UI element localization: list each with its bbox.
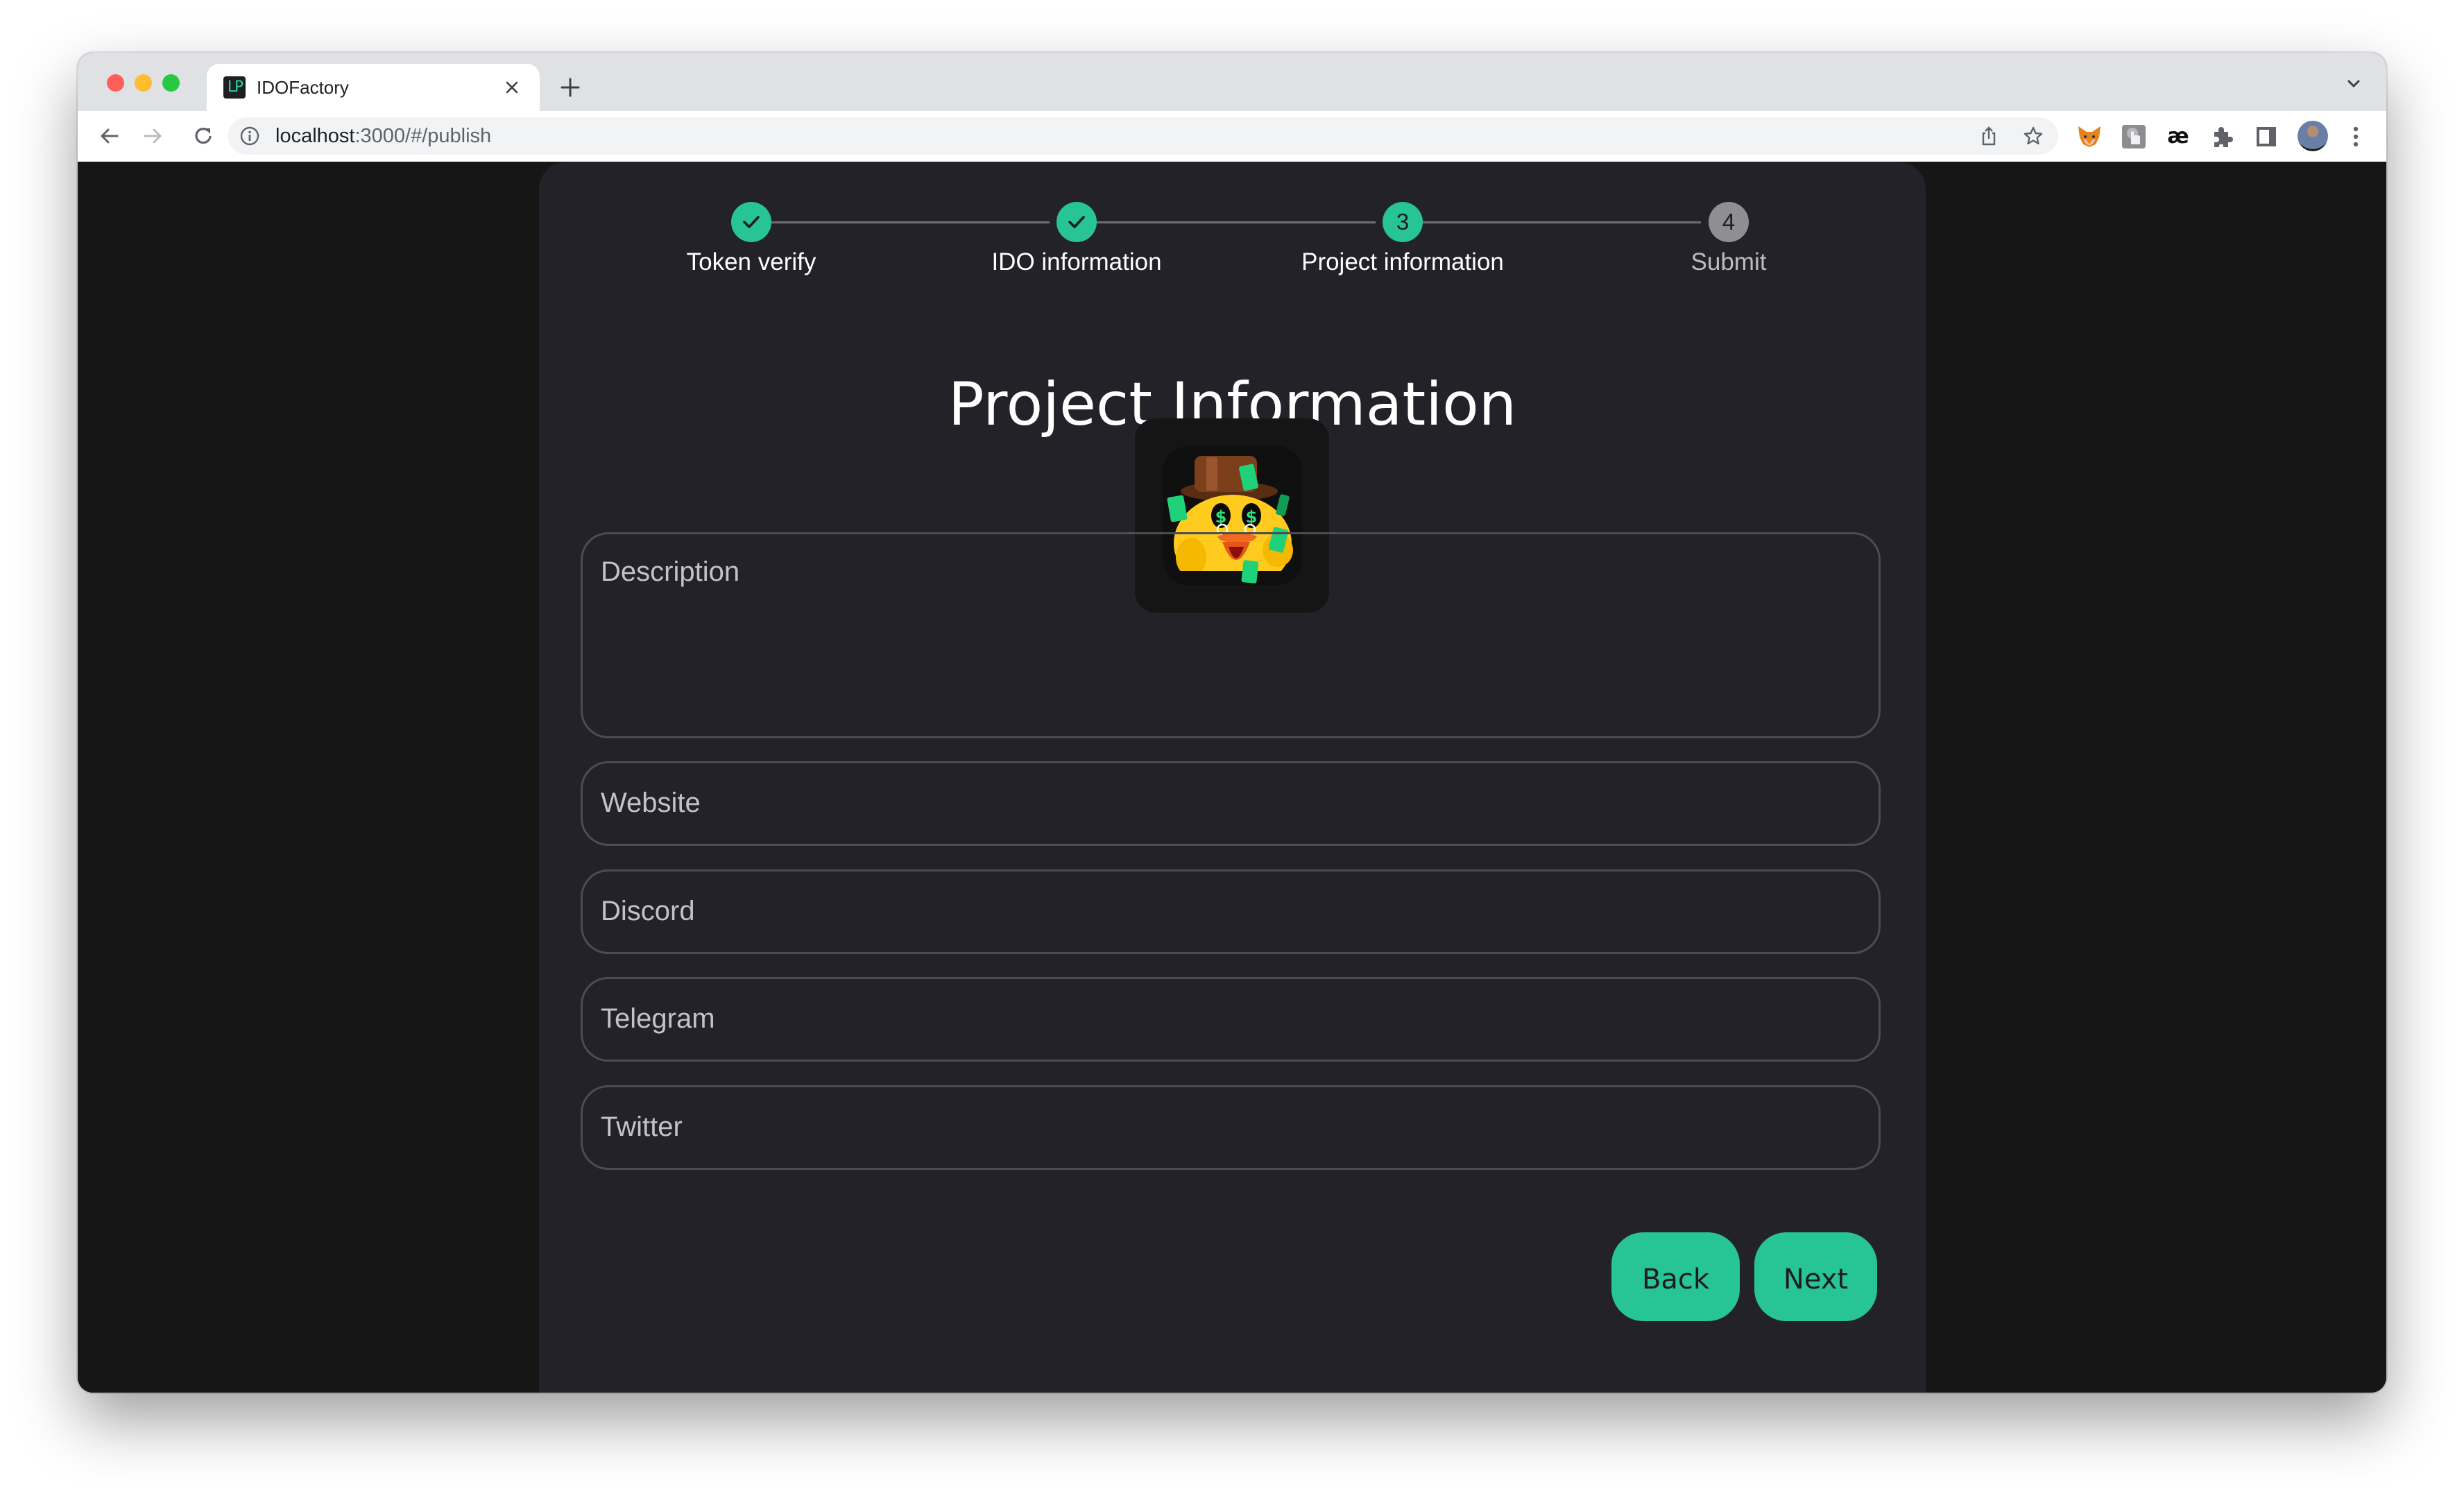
browser-tab[interactable]: LP IDOFactory <box>207 64 540 111</box>
step-1-circle <box>731 202 771 242</box>
chevron-down-icon[interactable] <box>2343 74 2364 94</box>
svg-text:$: $ <box>1246 507 1258 527</box>
puzzle-extensions-icon[interactable] <box>2209 124 2235 150</box>
tab-title: IDOFactory <box>257 77 349 98</box>
close-window-button[interactable] <box>107 74 124 92</box>
check-icon <box>1068 216 1085 228</box>
browser-window: LP IDOFactory localhost:3000/#/publish æ… <box>78 53 2386 1393</box>
svg-text:$: $ <box>1215 507 1227 527</box>
profile-avatar[interactable] <box>2298 121 2328 151</box>
address-bar[interactable]: localhost:3000/#/publish <box>228 117 2058 155</box>
metamask-fox-icon[interactable] <box>2076 124 2103 150</box>
kebab-menu-icon[interactable] <box>2347 124 2364 150</box>
step-2-circle <box>1056 202 1097 242</box>
info-icon[interactable] <box>239 126 260 146</box>
telegram-placeholder: Telegram <box>601 1003 715 1034</box>
telegram-input[interactable]: Telegram <box>581 977 1881 1062</box>
step-4-label: Submit <box>1691 248 1767 275</box>
minimize-window-button[interactable] <box>135 74 152 92</box>
new-tab-icon[interactable] <box>558 75 583 100</box>
browser-toolbar: localhost:3000/#/publish æ <box>78 111 2386 163</box>
back-arrow-icon[interactable] <box>95 122 123 150</box>
share-icon[interactable] <box>1978 125 2000 147</box>
maximize-window-button[interactable] <box>162 74 180 92</box>
website-placeholder: Website <box>601 788 701 818</box>
step-connector <box>1417 221 1701 223</box>
description-placeholder: Description <box>601 556 740 587</box>
page-content: Token verify IDO information 3 Project i… <box>78 162 2386 1393</box>
touch-extension-icon[interactable] <box>2121 124 2147 150</box>
svg-text:æ: æ <box>2167 124 2189 148</box>
step-connector <box>765 221 1050 223</box>
check-icon <box>743 216 760 228</box>
url-text[interactable]: localhost:3000/#/publish <box>275 117 491 155</box>
step-4-circle: 4 <box>1709 202 1749 242</box>
website-input[interactable]: Website <box>581 761 1881 846</box>
back-button[interactable]: Back <box>1611 1232 1740 1321</box>
discord-placeholder: Discord <box>601 896 695 926</box>
close-tab-icon[interactable] <box>499 75 524 100</box>
bookmark-star-icon[interactable] <box>2022 125 2044 147</box>
discord-input[interactable]: Discord <box>581 869 1881 954</box>
ae-extension-icon[interactable]: æ <box>2165 124 2191 150</box>
description-textarea[interactable]: Description <box>581 532 1881 738</box>
forward-arrow-icon[interactable] <box>139 122 167 150</box>
twitter-input[interactable]: Twitter <box>581 1085 1881 1170</box>
twitter-placeholder: Twitter <box>601 1112 683 1142</box>
favicon-icon: LP <box>223 76 246 99</box>
next-button[interactable]: Next <box>1754 1232 1877 1321</box>
step-3-circle: 3 <box>1383 202 1423 242</box>
step-connector <box>1090 221 1376 223</box>
step-1-label: Token verify <box>686 248 816 275</box>
publish-card: Token verify IDO information 3 Project i… <box>539 162 1926 1393</box>
tab-strip: LP IDOFactory <box>78 53 2386 111</box>
reload-icon[interactable] <box>189 122 217 150</box>
step-3-label: Project information <box>1301 248 1504 275</box>
side-panel-icon[interactable] <box>2253 124 2279 150</box>
step-2-label: IDO information <box>991 248 1162 275</box>
